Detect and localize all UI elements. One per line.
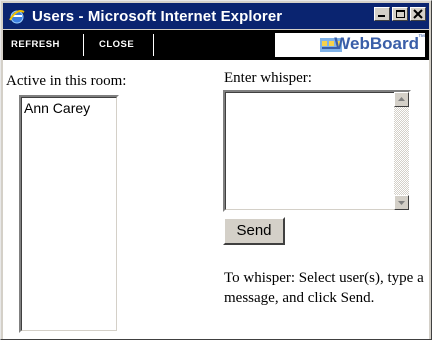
active-users-label: Active in this room: xyxy=(6,73,127,89)
title-bar[interactable]: Users - Microsoft Internet Explorer xyxy=(3,3,429,29)
user-list-item[interactable]: Ann Carey xyxy=(24,100,90,116)
trademark-mark: ™ xyxy=(418,34,425,41)
whisper-scrollbar[interactable] xyxy=(394,92,409,210)
ie-icon xyxy=(8,7,26,25)
webboard-logo-text: WebBoard xyxy=(334,34,419,53)
maximize-icon[interactable] xyxy=(392,7,408,21)
minimize-icon[interactable] xyxy=(374,7,390,21)
refresh-button[interactable]: REFRESH xyxy=(11,30,60,60)
content-area: Active in this room: Ann Carey Enter whi… xyxy=(3,60,429,339)
whisper-label: Enter whisper: xyxy=(224,70,312,86)
toolbar-divider xyxy=(153,34,154,56)
browser-window: Users - Microsoft Internet Explorer REFR… xyxy=(0,0,432,340)
whisper-instructions: To whisper: Select user(s), type a messa… xyxy=(224,270,424,306)
close-icon[interactable] xyxy=(410,7,426,21)
toolbar-divider xyxy=(83,34,84,56)
scroll-down-icon[interactable] xyxy=(394,195,409,210)
scroll-up-icon[interactable] xyxy=(394,92,409,107)
whisper-input[interactable] xyxy=(223,90,411,212)
webboard-logo: WebBoard ™ xyxy=(275,33,425,57)
close-button[interactable]: CLOSE xyxy=(99,30,134,60)
user-list[interactable]: Ann Carey xyxy=(19,95,119,333)
toolbar: REFRESH CLOSE WebBoard ™ xyxy=(3,30,429,60)
send-button[interactable]: Send xyxy=(223,217,285,245)
window-title: Users - Microsoft Internet Explorer xyxy=(32,7,283,25)
